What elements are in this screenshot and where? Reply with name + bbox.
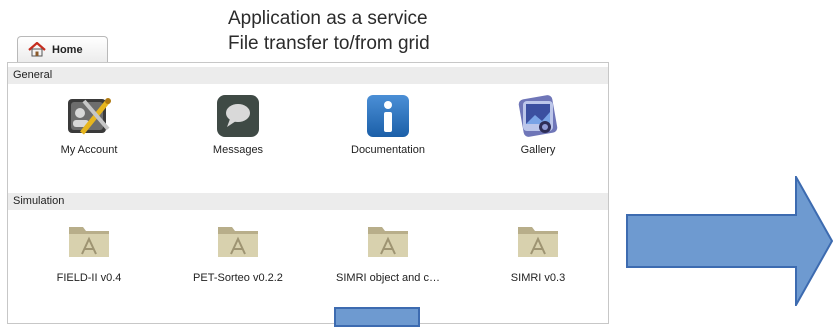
tile-simri-v03[interactable]: SIMRI v0.3 [468, 221, 608, 284]
right-arrow-shape [626, 176, 833, 306]
section-header-general: General [8, 67, 608, 84]
account-icon [66, 93, 112, 139]
tile-messages[interactable]: Messages [168, 93, 308, 156]
app-folder-icon [515, 221, 561, 267]
tile-simri-v03-label: SIMRI v0.3 [510, 272, 566, 284]
tile-pet-sorteo[interactable]: PET-Sorteo v0.2.2 [168, 221, 308, 284]
gallery-icon [515, 93, 561, 139]
section-header-simulation: Simulation [8, 193, 608, 210]
home-panel: General My Account Messages Documentatio… [7, 62, 609, 324]
caption-line-2: File transfer to/from grid [228, 33, 430, 54]
tile-simri-object-label: SIMRI object and c… [336, 272, 440, 284]
tab-home-label: Home [52, 43, 83, 56]
tile-field-ii-label: FIELD-II v0.4 [56, 272, 122, 284]
tile-my-account-label: My Account [60, 144, 118, 156]
caption: Application as a service File transfer t… [228, 6, 430, 56]
tab-home[interactable]: Home [17, 36, 108, 62]
tile-documentation[interactable]: Documentation [318, 93, 458, 156]
tile-gallery-label: Gallery [520, 144, 556, 156]
caption-line-1: Application as a service [228, 8, 428, 29]
home-icon [28, 42, 46, 57]
arrow-shape-partial [334, 307, 420, 327]
tile-field-ii[interactable]: FIELD-II v0.4 [19, 221, 159, 284]
tile-messages-label: Messages [212, 144, 264, 156]
app-folder-icon [215, 221, 261, 267]
tile-gallery[interactable]: Gallery [468, 93, 608, 156]
tile-documentation-label: Documentation [351, 144, 425, 156]
tile-my-account[interactable]: My Account [19, 93, 159, 156]
documentation-icon [365, 93, 411, 139]
tile-simri-object[interactable]: SIMRI object and c… [318, 221, 458, 284]
messages-icon [215, 93, 261, 139]
app-folder-icon [66, 221, 112, 267]
tile-pet-sorteo-label: PET-Sorteo v0.2.2 [193, 272, 283, 284]
app-folder-icon [365, 221, 411, 267]
